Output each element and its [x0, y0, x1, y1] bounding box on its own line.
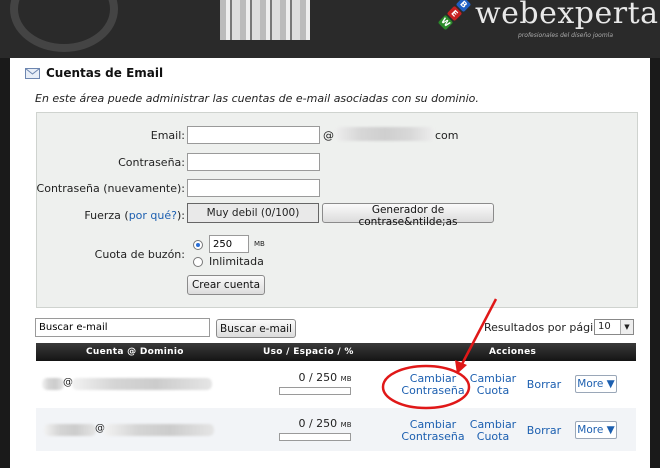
table-row: @ 0 / 250 MB Cambiar Contraseña Cambiar Cu… [36, 408, 636, 451]
table-header: Cuenta @ Dominio Uso / Espacio / % Accio… [36, 343, 636, 361]
change-password-line2: Contraseña [401, 430, 465, 443]
column-header-account: Cuenta @ Dominio [86, 347, 184, 357]
usage-unit: MB [340, 421, 352, 429]
blurred-domain [104, 424, 214, 436]
more-button[interactable]: More ▼ [575, 421, 617, 439]
email-field[interactable] [187, 126, 320, 144]
password-confirm-field[interactable] [187, 179, 320, 197]
column-header-usage: Uso / Espacio / % [263, 347, 354, 357]
change-password-link[interactable]: Cambiar Contraseña [398, 419, 468, 443]
strength-label: Fuerza (por qué?): [84, 209, 185, 222]
password-field[interactable] [187, 153, 320, 171]
change-quota-line2: Cuota [476, 430, 510, 443]
page-title-text: Cuentas de Email [46, 66, 164, 80]
main-panel: Cuentas de Email En este área puede admi… [10, 58, 650, 468]
usage-bar [279, 387, 351, 395]
create-account-form: Email: @ com Contraseña: Contraseña (nue… [36, 112, 638, 308]
domain-suffix: com [435, 129, 459, 142]
password-generator-button[interactable]: Generador de contrase&ntilde;as [322, 203, 494, 228]
quota-unit: MB [254, 240, 265, 248]
password-again-label: Contraseña (nuevamente): [36, 182, 185, 195]
table-row: @ 0 / 250 MB Cambiar Contraseña Cambiar Cu… [36, 362, 636, 405]
change-quota-link[interactable]: Cambiar Cuota [469, 373, 517, 397]
header-stripes-graphic [220, 0, 310, 40]
per-page-value: 10 [598, 321, 611, 332]
quota-label: Cuota de buzón: [94, 248, 185, 261]
strength-label-suffix: ): [177, 209, 185, 222]
password-label: Contraseña: [118, 156, 185, 169]
blurred-username [44, 424, 96, 436]
strength-label-prefix: Fuerza ( [84, 209, 129, 222]
email-label: Email: [150, 129, 185, 142]
page-intro: En este área puede administrar las cuent… [35, 92, 479, 105]
change-quota-link[interactable]: Cambiar Cuota [469, 419, 517, 443]
password-strength-meter: Muy debil (0/100) [187, 203, 319, 223]
site-header: W E B webexperta profesionales del diseñ… [0, 0, 660, 58]
blurred-username [42, 378, 64, 390]
usage-unit: MB [340, 375, 352, 383]
delete-link[interactable]: Borrar [522, 379, 566, 391]
usage-value: 0 / 250 [298, 417, 338, 430]
why-link[interactable]: por qué? [129, 209, 177, 222]
blurred-domain [335, 127, 435, 141]
change-quota-line2: Cuota [476, 384, 510, 397]
logo-subtitle: profesionales del diseño joomla [518, 32, 614, 39]
change-password-link[interactable]: Cambiar Contraseña [398, 373, 468, 397]
logo-blocks: W E B [437, 0, 472, 31]
change-password-line2: Contraseña [401, 384, 465, 397]
search-button[interactable]: Buscar e-mail [216, 319, 296, 338]
create-account-button[interactable]: Crear cuenta [187, 275, 265, 295]
at-sign: @ [323, 129, 334, 142]
usage-value: 0 / 250 [298, 371, 338, 384]
search-input[interactable] [35, 318, 210, 337]
power-ring-graphic [10, 0, 118, 52]
mail-icon [25, 67, 40, 79]
page-title: Cuentas de Email [25, 66, 163, 80]
quota-input[interactable] [209, 235, 249, 253]
quota-unlimited-radio[interactable] [193, 257, 203, 267]
per-page-select[interactable]: 10 ▼ [594, 319, 634, 335]
logo-text: webexperta [475, 0, 659, 31]
per-page-label: Resultados por página: [484, 321, 611, 334]
usage-text: 0 / 250 MB [290, 371, 360, 384]
blurred-domain [72, 378, 212, 390]
usage-text: 0 / 250 MB [290, 417, 360, 430]
column-header-actions: Acciones [489, 347, 537, 357]
unlimited-label: Inlimitada [209, 255, 264, 268]
more-button[interactable]: More ▼ [575, 375, 617, 393]
quota-limited-radio[interactable] [193, 240, 203, 250]
chevron-down-icon: ▼ [620, 320, 633, 334]
delete-link[interactable]: Borrar [522, 425, 566, 437]
table-row-partial [36, 454, 636, 468]
usage-bar [279, 433, 351, 441]
